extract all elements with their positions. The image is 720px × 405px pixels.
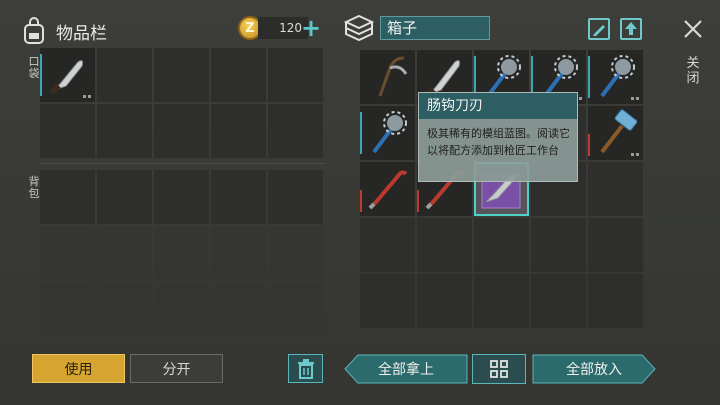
container-header: 箱子 <box>344 14 490 42</box>
container-slot[interactable] <box>417 274 472 328</box>
backpack-slot-locked <box>268 282 323 336</box>
tooltip-description: 极其稀有的模组蓝图。阅读它以将配方添加到枪匠工作台 <box>427 127 570 157</box>
pocket-slot[interactable] <box>97 104 152 158</box>
backpack-slot[interactable] <box>40 170 95 224</box>
close-icon <box>684 20 702 38</box>
backpack-slot-locked <box>268 226 323 280</box>
pocket-slot[interactable] <box>154 48 209 102</box>
inventory-header: 物品栏 <box>22 14 107 48</box>
backpack-label: 背包 <box>28 175 40 200</box>
pocket-slot[interactable] <box>154 104 209 158</box>
grid-icon <box>490 360 508 378</box>
divider <box>40 163 324 164</box>
inventory-title: 物品栏 <box>56 23 107 44</box>
close-button[interactable] <box>682 18 704 40</box>
pocket-slot[interactable] <box>97 48 152 102</box>
backpack-slot[interactable] <box>268 170 323 224</box>
container-title: 箱子 <box>380 16 490 40</box>
close-label: 关闭 <box>686 56 700 86</box>
pocket-label: 口袋 <box>28 55 40 80</box>
trash-icon <box>297 358 314 379</box>
backpack-slot-locked <box>97 226 152 280</box>
pocket-slot[interactable] <box>40 48 95 102</box>
crowbar-icon <box>368 170 408 210</box>
edit-icon <box>593 25 605 36</box>
split-button[interactable]: 分开 <box>130 354 223 383</box>
container-slot[interactable] <box>531 274 586 328</box>
durability-dots <box>83 95 91 98</box>
item-tooltip: 肠钩刀刃 极其稀有的模组蓝图。阅读它以将配方添加到枪匠工作台 <box>418 92 578 182</box>
add-coins-button[interactable]: + <box>300 16 322 40</box>
pocket-slot[interactable] <box>211 48 266 102</box>
machete-icon <box>49 60 83 95</box>
sledgehammer-icon <box>600 109 638 154</box>
put-all-label: 全部放入 <box>566 362 622 378</box>
backpack-slot-locked <box>154 226 209 280</box>
container-slot[interactable] <box>588 106 643 160</box>
sort-button[interactable] <box>472 354 526 384</box>
container-slot[interactable] <box>588 50 643 104</box>
take-all-label: 全部拿上 <box>378 362 434 378</box>
trash-button[interactable] <box>288 354 323 383</box>
upload-icon <box>625 22 637 35</box>
container-slot[interactable] <box>474 218 529 272</box>
container-slot[interactable] <box>360 106 415 160</box>
backpack-slot-locked <box>211 282 266 336</box>
rename-button[interactable] <box>588 18 610 40</box>
container-slot[interactable] <box>588 218 643 272</box>
put-all-button[interactable]: 全部放入 <box>532 354 656 384</box>
take-all-button[interactable]: 全部拿上 <box>344 354 468 384</box>
container-slot[interactable] <box>531 218 586 272</box>
container-slot[interactable] <box>588 162 643 216</box>
use-button[interactable]: 使用 <box>32 354 125 383</box>
container-slot[interactable] <box>360 274 415 328</box>
pocket-slot[interactable] <box>268 104 323 158</box>
sickle-icon <box>378 56 408 97</box>
backpack-slot[interactable] <box>211 170 266 224</box>
durability-dots <box>631 153 639 156</box>
container-slot[interactable] <box>474 274 529 328</box>
container-slot[interactable] <box>360 162 415 216</box>
tooltip-title: 肠钩刀刃 <box>419 93 577 119</box>
spiked-mace-icon <box>372 111 407 154</box>
backpack-slot-locked <box>97 282 152 336</box>
box-icon <box>344 14 374 42</box>
upload-button[interactable] <box>620 18 642 40</box>
coin-counter: Z 120 <box>238 16 308 40</box>
pocket-grid <box>40 48 323 158</box>
container-slot[interactable] <box>588 274 643 328</box>
pocket-slot[interactable] <box>211 104 266 158</box>
backpack-grid <box>40 170 323 336</box>
backpack-slot-locked <box>40 226 95 280</box>
container-slot[interactable] <box>417 218 472 272</box>
spiked-mace-icon <box>600 55 635 98</box>
backpack-slot-locked <box>154 282 209 336</box>
pocket-slot[interactable] <box>268 48 323 102</box>
backpack-slot[interactable] <box>97 170 152 224</box>
pocket-slot[interactable] <box>40 104 95 158</box>
container-slot[interactable] <box>360 218 415 272</box>
container-slot[interactable] <box>360 50 415 104</box>
backpack-slot[interactable] <box>154 170 209 224</box>
backpack-icon <box>22 17 46 45</box>
backpack-slot-locked <box>40 282 95 336</box>
durability-dots <box>631 97 639 100</box>
backpack-slot-locked <box>211 226 266 280</box>
